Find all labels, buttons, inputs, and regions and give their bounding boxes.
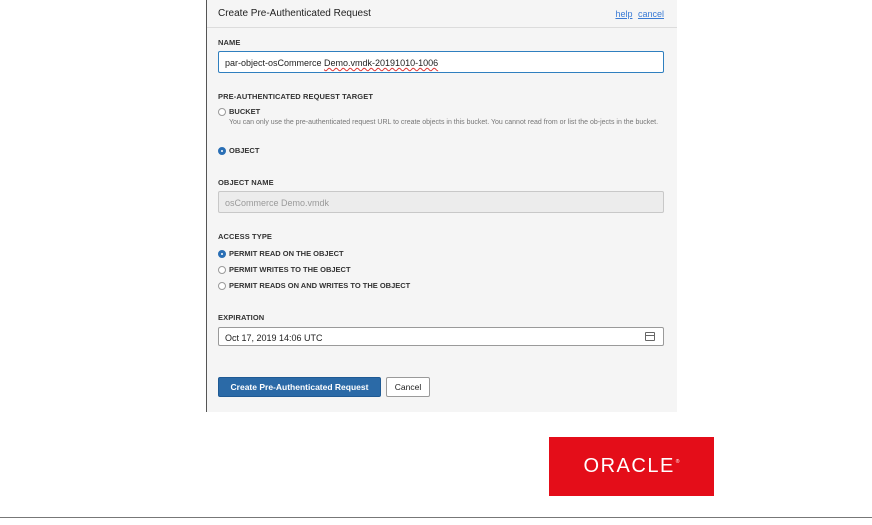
oracle-logo-text: ORACLE [583, 455, 675, 477]
expiration-value: Oct 17, 2019 14:06 UTC [225, 333, 323, 343]
bucket-radio[interactable] [218, 107, 226, 116]
header-links: help cancel [615, 9, 664, 19]
permit-write-radio[interactable] [218, 265, 226, 274]
object-name-label: OBJECT NAME [218, 178, 274, 187]
name-input[interactable]: par-object-osCommerce Demo.vmdk-20191010… [218, 51, 664, 73]
dialog-header: Create Pre-Authenticated Request help ca… [207, 0, 677, 28]
target-option-bucket[interactable]: BUCKET [218, 107, 260, 116]
permit-read-write-label: PERMIT READS ON AND WRITES TO THE OBJECT [229, 281, 411, 290]
permit-read-radio[interactable] [218, 249, 226, 258]
expiration-input[interactable]: Oct 17, 2019 14:06 UTC [218, 327, 664, 346]
bucket-help-text: You can only use the pre-authenticated r… [229, 119, 659, 126]
dialog-title: Create Pre-Authenticated Request [218, 8, 371, 19]
permit-read-write-radio[interactable] [218, 281, 226, 290]
oracle-registered-mark: ® [675, 458, 680, 465]
access-type-label: ACCESS TYPE [218, 232, 273, 241]
target-label: PRE-AUTHENTICATED REQUEST TARGET [218, 92, 374, 101]
calendar-icon[interactable] [645, 332, 655, 341]
name-value-prefix: par-object-osCommerce [225, 58, 325, 68]
permit-write-label: PERMIT WRITES TO THE OBJECT [229, 265, 351, 274]
cancel-button[interactable]: Cancel [386, 377, 430, 397]
oracle-logo: ORACLE ® [549, 437, 714, 496]
object-name-input: osCommerce Demo.vmdk [218, 191, 664, 213]
create-par-button[interactable]: Create Pre-Authenticated Request [218, 377, 381, 397]
object-radio-label: OBJECT [229, 146, 260, 155]
permit-read-label: PERMIT READ ON THE OBJECT [229, 249, 344, 258]
target-option-object[interactable]: OBJECT [218, 146, 259, 155]
access-option-write[interactable]: PERMIT WRITES TO THE OBJECT [218, 265, 351, 274]
expiration-label: EXPIRATION [218, 313, 265, 322]
help-link[interactable]: help [615, 9, 632, 19]
bucket-radio-label: BUCKET [229, 107, 261, 116]
cancel-link[interactable]: cancel [638, 9, 664, 19]
name-label: NAME [218, 38, 241, 47]
object-radio[interactable] [218, 146, 226, 155]
footer-divider [0, 517, 872, 518]
object-name-value: osCommerce Demo.vmdk [225, 198, 330, 208]
access-option-read[interactable]: PERMIT READ ON THE OBJECT [218, 249, 344, 258]
access-option-read-write[interactable]: PERMIT READS ON AND WRITES TO THE OBJECT [218, 281, 410, 290]
create-par-dialog: Create Pre-Authenticated Request help ca… [207, 0, 677, 412]
name-value-flagged: Demo.vmdk-20191010-1006 [324, 58, 439, 68]
